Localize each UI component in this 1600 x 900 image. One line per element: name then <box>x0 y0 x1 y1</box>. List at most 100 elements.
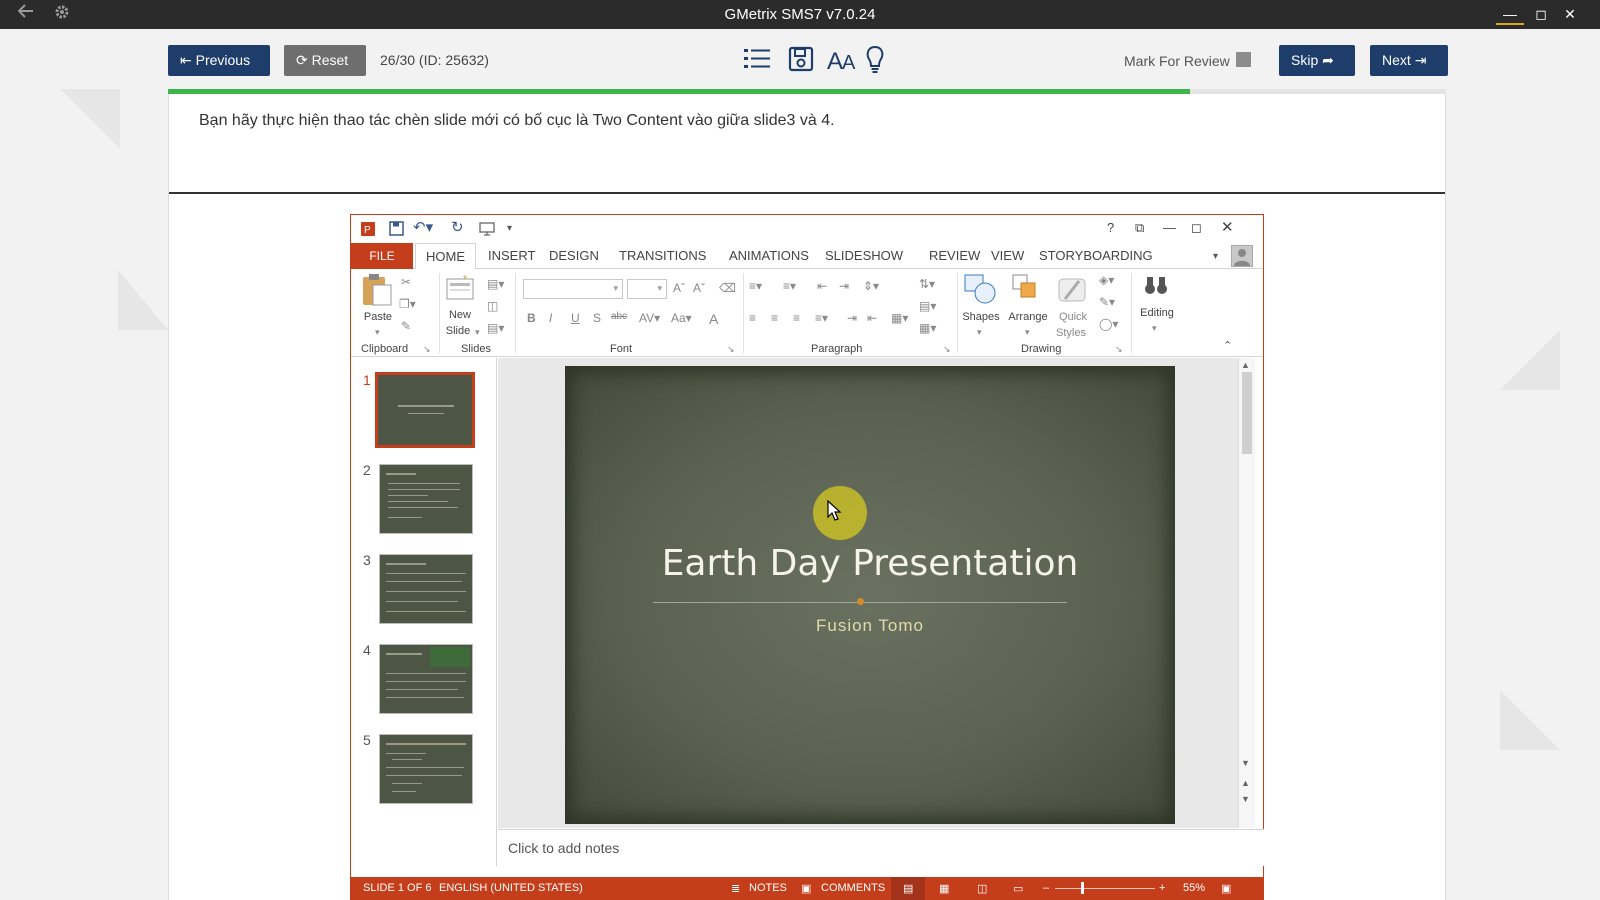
tab-view[interactable]: VIEW <box>981 243 1034 269</box>
tab-design[interactable]: DESIGN <box>539 243 609 269</box>
reset-slide-icon[interactable]: ◫ <box>487 299 498 313</box>
minimize-window-button[interactable]: — <box>1496 3 1524 25</box>
section-icon[interactable]: ▤▾ <box>487 321 504 335</box>
current-slide-canvas[interactable]: Earth Day Presentation Fusion Tomo <box>565 366 1175 824</box>
slide-title[interactable]: Earth Day Presentation <box>565 543 1175 584</box>
font-name-input[interactable]: ▾ <box>523 279 623 299</box>
skip-button[interactable]: Skip ➦ <box>1279 45 1355 76</box>
format-painter-icon[interactable]: ✎ <box>401 319 411 333</box>
arrange-button[interactable]: Arrange <box>1005 311 1051 323</box>
tab-file[interactable]: FILE <box>351 243 413 269</box>
redo-icon[interactable]: ↻ <box>451 218 464 236</box>
tab-storyboarding[interactable]: STORYBOARDING <box>1029 243 1163 269</box>
previous-slide-icon[interactable]: ▲ <box>1241 778 1250 788</box>
align-right-icon[interactable]: ≡ <box>793 311 800 325</box>
binoculars-icon[interactable] <box>1143 273 1169 304</box>
editor-vertical-scrollbar[interactable]: ▲ ▼ ▲ ▼ <box>1238 358 1255 828</box>
clear-formatting-icon[interactable]: ⌫ <box>719 281 736 295</box>
notes-placeholder[interactable]: Click to add notes <box>508 840 619 856</box>
align-text-icon[interactable]: ▤▾ <box>919 299 936 313</box>
quick-styles-label-2[interactable]: Styles <box>1051 327 1091 339</box>
tab-review[interactable]: REVIEW <box>919 243 990 269</box>
line-spacing-icon[interactable]: ⇕▾ <box>863 279 879 293</box>
new-slide-dropdown-icon[interactable]: ▾ <box>475 327 480 338</box>
slide-thumbnail-5[interactable] <box>379 734 473 804</box>
rtl-icon[interactable]: ⇤ <box>867 311 877 325</box>
change-case-icon[interactable]: Aa▾ <box>671 311 692 325</box>
zoom-level[interactable]: 55% <box>1183 882 1205 894</box>
tab-home[interactable]: HOME <box>415 243 476 270</box>
quick-styles-icon[interactable] <box>1057 273 1087 308</box>
reset-button[interactable]: ⟳ Reset <box>284 45 366 76</box>
slide-subtitle[interactable]: Fusion Tomo <box>565 616 1175 636</box>
zoom-in-icon[interactable]: + <box>1159 882 1165 894</box>
help-icon[interactable]: ? <box>1107 220 1114 235</box>
hint-bulb-icon[interactable] <box>862 44 888 74</box>
close-window-button[interactable]: ✕ <box>1556 3 1584 25</box>
account-dropdown-icon[interactable]: ▾ <box>1213 251 1218 262</box>
editing-dropdown-icon[interactable]: ▾ <box>1152 323 1157 334</box>
paste-icon[interactable] <box>361 273 393 312</box>
font-size-icon[interactable]: A A <box>826 44 860 74</box>
shadow-button[interactable]: S <box>593 311 601 325</box>
text-direction-icon[interactable]: ⇅▾ <box>919 277 935 291</box>
align-center-icon[interactable]: ≡ <box>771 311 778 325</box>
comments-button[interactable]: COMMENTS <box>821 882 885 894</box>
new-slide-label-1[interactable]: New <box>443 309 477 321</box>
bold-button[interactable]: B <box>527 311 536 325</box>
next-button[interactable]: Next ⇥ <box>1370 45 1448 76</box>
slide-thumbnail-3[interactable] <box>379 554 473 624</box>
slide-sorter-icon[interactable]: ▦ <box>939 882 949 895</box>
shape-outline-icon[interactable]: ✎▾ <box>1099 295 1115 309</box>
paste-dropdown-icon[interactable]: ▾ <box>375 327 380 338</box>
scroll-up-icon[interactable]: ▲ <box>1241 360 1250 370</box>
reading-view-icon[interactable]: ◫ <box>977 882 987 895</box>
notes-icon[interactable]: ≣ <box>731 882 740 895</box>
tab-transitions[interactable]: TRANSITIONS <box>609 243 716 269</box>
justify-icon[interactable]: ≡▾ <box>815 311 828 325</box>
shape-fill-icon[interactable]: ◈▾ <box>1099 273 1114 287</box>
font-launcher-icon[interactable]: ↘ <box>727 344 735 355</box>
undo-icon[interactable]: ↶▾ <box>413 218 433 236</box>
notes-button[interactable]: NOTES <box>749 882 787 894</box>
tab-slideshow[interactable]: SLIDESHOW <box>815 243 913 269</box>
slide-thumbnail-1[interactable] <box>375 372 475 448</box>
collapse-ribbon-icon[interactable]: ⌃ <box>1223 339 1232 352</box>
list-icon[interactable] <box>742 44 772 74</box>
tab-insert[interactable]: INSERT <box>478 243 545 269</box>
decrease-indent-icon[interactable]: ⇤ <box>817 279 827 293</box>
editing-button[interactable]: Editing <box>1135 307 1179 319</box>
comments-icon[interactable]: ▣ <box>801 882 811 895</box>
increase-font-icon[interactable]: Aˆ <box>673 281 685 295</box>
maximize-icon[interactable]: ◻ <box>1191 220 1202 236</box>
ltr-icon[interactable]: ⇥ <box>847 311 857 325</box>
font-size-input[interactable]: ▾ <box>627 279 667 299</box>
slide-thumbnail-4[interactable] <box>379 644 473 714</box>
convert-smartart-icon[interactable]: ▦▾ <box>919 321 936 335</box>
normal-view-icon[interactable]: ▤ <box>903 882 913 895</box>
bullets-icon[interactable]: ≡▾ <box>749 279 762 293</box>
clipboard-launcher-icon[interactable]: ↘ <box>423 344 431 355</box>
start-slideshow-icon[interactable] <box>479 221 495 239</box>
shapes-icon[interactable] <box>963 273 997 312</box>
shapes-button[interactable]: Shapes <box>961 311 1001 323</box>
previous-button[interactable]: ⇤ Previous <box>168 45 270 76</box>
fit-to-window-icon[interactable]: ▣ <box>1221 882 1231 895</box>
scrollbar-thumb[interactable] <box>1242 372 1252 454</box>
new-slide-icon[interactable]: * <box>445 273 475 308</box>
minimize-icon[interactable]: — <box>1163 220 1176 235</box>
layout-icon[interactable]: ▤▾ <box>487 277 504 291</box>
underline-button[interactable]: U <box>571 311 580 325</box>
notes-pane[interactable]: Click to add notes <box>498 829 1264 866</box>
zoom-out-icon[interactable]: – <box>1043 882 1049 894</box>
italic-button[interactable]: I <box>549 311 552 325</box>
columns-icon[interactable]: ▦▾ <box>891 311 908 325</box>
shapes-dropdown-icon[interactable]: ▾ <box>977 327 982 338</box>
increase-indent-icon[interactable]: ⇥ <box>839 279 849 293</box>
paragraph-launcher-icon[interactable]: ↘ <box>943 344 951 355</box>
new-slide-label-2[interactable]: Slide <box>441 325 475 337</box>
strikethrough-button[interactable]: abc <box>611 311 627 322</box>
user-avatar-icon[interactable] <box>1231 245 1253 267</box>
mark-for-review-checkbox[interactable] <box>1236 52 1251 67</box>
zoom-slider-thumb[interactable] <box>1081 882 1084 894</box>
